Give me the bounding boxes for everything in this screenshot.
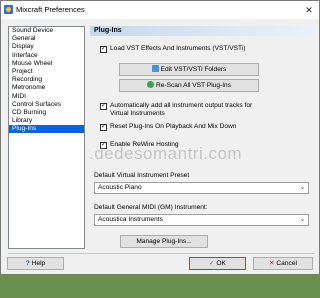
category-list[interactable]: Sound Device General Display Interface Mouse… <box>8 26 85 249</box>
sidebar-item-plug-ins[interactable]: Plug-Ins <box>9 125 84 134</box>
cancel-button[interactable]: ✕ Cancel <box>253 257 313 270</box>
default-midi-value: Acoustica Instruments <box>98 216 163 223</box>
preferences-window: Mixcraft Preferences ✕ Sound Device Gener… <box>0 0 320 275</box>
folder-icon <box>151 65 159 72</box>
edit-vst-folders-button[interactable]: Edit VST/VSTi Folders <box>119 63 259 76</box>
rescan-vst-button[interactable]: Re-Scan All VST Plug-Ins <box>119 79 259 92</box>
default-midi-label: Default General MIDI (GM) Instrument: <box>94 204 208 211</box>
auto-add-label-line1: Automatically add all instrument output … <box>110 102 253 109</box>
sidebar-item-sound-device[interactable]: Sound Device <box>9 27 84 35</box>
cancel-icon: ✕ <box>269 260 275 267</box>
ok-button[interactable]: ✓ OK <box>189 257 246 270</box>
load-vst-checkbox[interactable]: ✓ <box>100 46 107 53</box>
close-button[interactable]: ✕ <box>303 4 315 16</box>
ok-label: OK <box>216 260 226 267</box>
default-midi-select[interactable]: Acoustica Instruments ⌄ <box>94 214 309 226</box>
sidebar-item-library[interactable]: Library <box>9 117 84 125</box>
plugins-panel: Plug-Ins ✓ Load VST Effects And Instrume… <box>90 26 315 249</box>
window-title: Mixcraft Preferences <box>16 5 85 14</box>
chevron-down-icon: ⌄ <box>299 185 305 191</box>
sidebar-item-midi[interactable]: MIDI <box>9 93 84 101</box>
watermark-text: .dedesomantri.com <box>89 144 243 163</box>
check-icon: ✓ <box>209 260 215 267</box>
auto-add-checkbox[interactable]: ✓ <box>100 103 107 110</box>
cancel-label: Cancel <box>276 260 297 267</box>
footer-divider <box>8 253 315 254</box>
help-icon: ? <box>25 260 30 267</box>
default-vi-value: Acoustic Piano <box>98 184 142 191</box>
sidebar-item-cd-burning[interactable]: CD Burning <box>9 109 84 117</box>
edit-vst-folders-label: Edit VST/VSTi Folders <box>160 66 227 73</box>
panel-header: Plug-Ins <box>90 26 315 36</box>
sidebar-item-display[interactable]: Display <box>9 43 84 51</box>
sidebar-item-general[interactable]: General <box>9 35 84 43</box>
auto-add-label-line2: Virtual Instruments <box>110 110 165 117</box>
refresh-icon <box>146 81 154 88</box>
reset-plugins-checkbox[interactable]: ✓ <box>100 124 107 131</box>
default-vi-select[interactable]: Acoustic Piano ⌄ <box>94 182 309 194</box>
sidebar-item-recording[interactable]: Recording <box>9 76 84 84</box>
sidebar-item-interface[interactable]: Interface <box>9 52 84 60</box>
title-bar: Mixcraft Preferences ✕ <box>1 1 319 19</box>
mixcraft-app-icon <box>4 5 13 14</box>
help-label: Help <box>31 260 46 267</box>
default-vi-label: Default Virtual Instrument Preset <box>94 172 190 179</box>
chevron-down-icon: ⌄ <box>299 217 305 223</box>
sidebar-item-mouse-wheel[interactable]: Mouse Wheel <box>9 60 84 68</box>
sidebar-item-metronome[interactable]: Metronome <box>9 84 84 92</box>
reset-plugins-label: Reset Plug-Ins On Playback And Mix Down <box>110 123 237 130</box>
manage-plugins-button[interactable]: Manage Plug-Ins... <box>120 235 208 248</box>
load-vst-label: Load VST Effects And Instruments (VST/VS… <box>110 45 246 52</box>
help-button[interactable]: ? Help <box>7 257 64 270</box>
sidebar-item-control-surfaces[interactable]: Control Surfaces <box>9 101 84 109</box>
rescan-vst-label: Re-Scan All VST Plug-Ins <box>155 82 231 89</box>
sidebar-item-project[interactable]: Project <box>9 68 84 76</box>
